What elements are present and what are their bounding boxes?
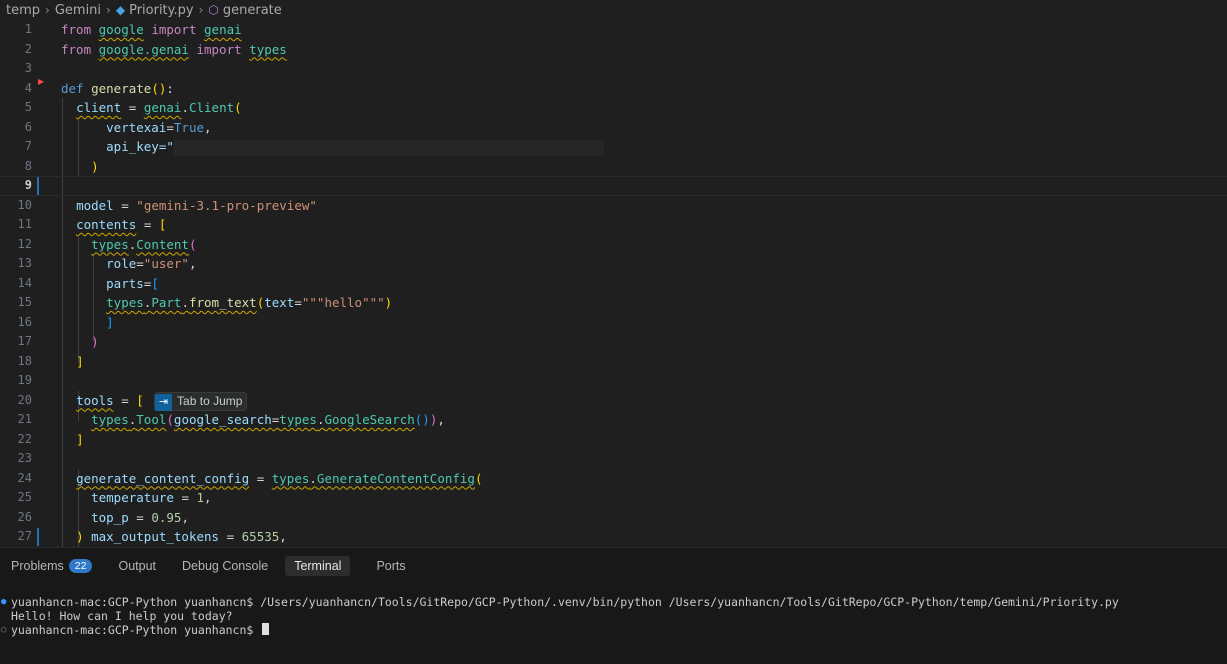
tab-problems[interactable]: Problems 22 xyxy=(11,559,93,573)
line-number: 4 xyxy=(24,80,32,95)
api-key-prefix: api_key=" xyxy=(106,139,174,154)
code-line-19: tools = [⇥ Tab to Jump xyxy=(61,391,248,411)
code-line-17: ) xyxy=(91,334,99,349)
breadcrumb-item-symbol[interactable]: generate xyxy=(223,3,282,18)
tab-output[interactable]: Output xyxy=(118,559,156,573)
line-number: 15 xyxy=(17,295,32,309)
breadcrumb-item-temp[interactable]: temp xyxy=(6,3,40,18)
terminal-line: yuanhancn-mac:GCP-Python yuanhancn$ xyxy=(11,623,261,637)
code-line-1: from google import genai xyxy=(61,22,242,37)
tab-ports[interactable]: Ports xyxy=(376,559,405,573)
code-line-23: generate_content_config = types.Generate… xyxy=(76,470,483,486)
line-number: 22 xyxy=(17,431,32,446)
terminal-output[interactable]: ● yuanhancn-mac:GCP-Python yuanhancn$ /Us… xyxy=(0,584,1227,637)
tab-to-jump-label: Tab to Jump xyxy=(177,393,243,408)
code-line-5: client = genai.Client( xyxy=(76,100,242,115)
command-success-dot-icon: ● xyxy=(1,597,7,607)
panel-tabs: Problems 22 Output Debug Console Termina… xyxy=(0,548,1227,584)
line-number: 5 xyxy=(24,100,32,114)
error-marker-icon: ▶ xyxy=(38,77,45,86)
line-number: 24 xyxy=(17,470,32,485)
git-change-marker xyxy=(37,528,39,546)
line-number: 25 xyxy=(17,490,32,504)
current-line-highlight xyxy=(0,176,1227,196)
line-number: 13 xyxy=(17,256,32,270)
code-line-20: types.Tool(google_search=types.GoogleSea… xyxy=(91,412,445,427)
method-cube-icon: ⬡ xyxy=(208,3,219,17)
python-file-icon: ◆ xyxy=(115,3,126,17)
code-line-27-visible: ) xyxy=(76,529,84,544)
breadcrumb: temp › Gemini › ◆ Priority.py › ⬡ genera… xyxy=(0,0,1227,20)
chevron-right-icon: › xyxy=(106,3,111,17)
chevron-right-icon: › xyxy=(45,3,50,17)
line-number: 11 xyxy=(17,217,32,231)
code-editor[interactable]: ▶ 1 2 3 4 5 6 7 8 9 10 11 12 13 14 15 16… xyxy=(0,20,1227,547)
tab-to-jump-hint[interactable]: ⇥ Tab to Jump xyxy=(153,391,248,411)
line-number: 16 xyxy=(17,314,32,329)
code-line-11: contents = [ xyxy=(76,217,167,232)
tab-ports-label: Ports xyxy=(376,559,406,573)
line-number: 26 xyxy=(17,509,32,524)
line-number: 2 xyxy=(24,41,32,56)
code-line-14: parts=[ xyxy=(106,275,159,291)
tab-debug-console[interactable]: Debug Console xyxy=(182,559,268,573)
redacted-api-key xyxy=(173,139,604,156)
code-line-8: ) xyxy=(91,158,99,174)
line-number: 17 xyxy=(17,334,32,348)
line-number: 3 xyxy=(24,61,32,75)
code-line-25: top_p = 0.95, xyxy=(91,509,189,525)
code-line-26: max_output_tokens = 65535, xyxy=(91,529,287,544)
code-line-13: role="user", xyxy=(106,256,197,271)
line-number: 7 xyxy=(24,139,32,153)
line-number: 1 xyxy=(24,22,32,36)
terminal-line: Hello! How can I help you today? xyxy=(11,609,233,623)
line-number: 6 xyxy=(24,119,32,134)
line-number: 23 xyxy=(17,451,32,465)
problems-count-badge: 22 xyxy=(68,559,93,573)
tab-terminal[interactable]: Terminal xyxy=(285,556,351,576)
code-line-7: api_key=" xyxy=(61,137,604,157)
code-line-24: temperature = 1, xyxy=(91,490,212,505)
line-number: 19 xyxy=(17,373,32,387)
model-name-string: "gemini-3.1-pro-preview" xyxy=(136,197,317,213)
line-number: 18 xyxy=(17,353,32,368)
terminal-cursor xyxy=(262,623,270,635)
line-number: 12 xyxy=(17,236,32,251)
chevron-right-icon: › xyxy=(198,3,204,17)
code-line-4: def generate(): xyxy=(61,80,174,96)
tab-output-label: Output xyxy=(118,559,157,573)
code-line-21: ] xyxy=(76,431,84,447)
line-number: 8 xyxy=(24,158,32,173)
code-line-12: types.Content( xyxy=(91,236,197,252)
code-line-16: ] xyxy=(106,314,114,330)
line-number: 10 xyxy=(17,197,32,212)
tab-debug-console-label: Debug Console xyxy=(182,559,269,573)
breadcrumb-item-file[interactable]: Priority.py xyxy=(129,3,194,18)
code-line-2: from google.genai import types xyxy=(61,41,287,57)
code-line-10: model = "gemini-3.1-pro-preview" xyxy=(76,197,317,213)
tab-terminal-label: Terminal xyxy=(294,559,342,573)
code-line-6: vertexai=True, xyxy=(106,119,212,135)
code-line-18: ] xyxy=(76,353,84,369)
line-number: 21 xyxy=(17,412,32,426)
line-number: 14 xyxy=(17,275,32,290)
terminal-line: yuanhancn-mac:GCP-Python yuanhancn$ /Use… xyxy=(11,595,1119,609)
command-pending-circle-icon: ○ xyxy=(1,625,7,635)
code-line-15: types.Part.from_text(text="""hello""") xyxy=(106,295,393,310)
bottom-panel: Problems 22 Output Debug Console Termina… xyxy=(0,547,1227,664)
tab-problems-label: Problems xyxy=(11,559,64,573)
breadcrumb-item-gemini[interactable]: Gemini xyxy=(55,3,101,18)
tab-key-icon: ⇥ xyxy=(154,393,173,411)
line-number: 27 xyxy=(17,529,32,543)
line-number: 20 xyxy=(17,392,32,407)
